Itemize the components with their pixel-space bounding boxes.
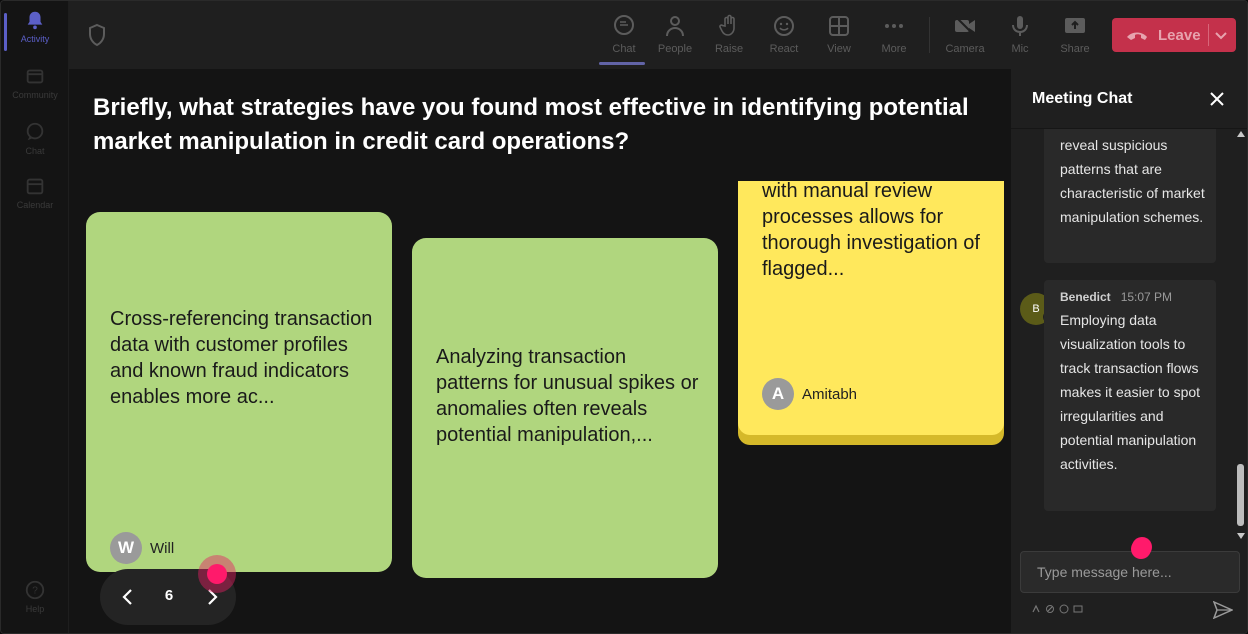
tool-label: Share: [1060, 43, 1090, 55]
toolbar-divider: [929, 17, 930, 53]
bell-icon: [27, 11, 43, 30]
avatar: W: [110, 532, 142, 564]
scroll-up-arrow[interactable]: [1237, 131, 1245, 137]
card-author: A Amitabh: [762, 378, 857, 410]
hang-up-icon: [1127, 32, 1147, 40]
chat-message: reveal suspicious patterns that are char…: [1044, 129, 1216, 263]
avatar: A: [762, 378, 794, 410]
close-icon[interactable]: [1209, 91, 1225, 107]
compose-tools: [1031, 604, 1083, 614]
rail-item-activity[interactable]: Activity: [1, 9, 69, 59]
rail-item-chat[interactable]: Chat: [1, 121, 69, 171]
chat-header: Meeting Chat: [1011, 69, 1247, 129]
send-icon[interactable]: [1213, 601, 1233, 619]
mic-icon: [1012, 16, 1028, 36]
leave-separator: [1208, 24, 1209, 46]
tool-people[interactable]: People: [648, 11, 702, 63]
react-icon: [774, 16, 794, 36]
chat-message: Benedict 15:07 PM Employing data visualiz…: [1044, 280, 1216, 511]
people-icon: [666, 16, 684, 37]
idea-card[interactable]: with manual review processes allows for …: [738, 180, 1004, 435]
camera-off-icon: [955, 16, 975, 36]
tool-label: People: [657, 43, 693, 55]
author-name: Will: [150, 539, 175, 557]
rail-label: Help: [25, 604, 45, 614]
leave-button[interactable]: Leave: [1112, 18, 1236, 52]
rail-label: Community: [12, 90, 58, 100]
message-meta: Benedict 15:07 PM: [1060, 290, 1172, 304]
view-grid-icon: [829, 16, 849, 36]
tool-camera[interactable]: Camera: [938, 11, 992, 63]
card-text: Analyzing transaction patterns for unusu…: [436, 346, 699, 446]
rail-item-calendar[interactable]: Calendar: [1, 175, 69, 225]
message-text: reveal suspicious patterns that are char…: [1060, 137, 1205, 225]
card-author: W Will: [110, 532, 174, 564]
board-question: Briefly, what strategies have you found …: [93, 94, 969, 155]
svg-text:?: ?: [32, 586, 38, 597]
rail-label: Activity: [20, 34, 50, 44]
tool-react[interactable]: React: [757, 11, 811, 63]
tool-mic[interactable]: Mic: [993, 11, 1047, 63]
tool-raise[interactable]: Raise: [702, 11, 756, 63]
tool-share[interactable]: Share: [1048, 11, 1102, 63]
idea-card[interactable]: Cross-referencing transaction data with …: [86, 212, 392, 572]
message-author: Benedict: [1060, 290, 1111, 304]
idea-card[interactable]: Analyzing transaction patterns for unusu…: [412, 238, 718, 578]
author-name: Amitabh: [802, 385, 858, 403]
meeting-toolbar: Chat People Raise React View More Camera: [69, 1, 1247, 69]
chevron-left-icon[interactable]: [116, 585, 140, 609]
calendar-icon: [26, 178, 44, 195]
share-icon: [1065, 18, 1085, 33]
card-text: with manual review processes allows for …: [762, 180, 980, 280]
tool-label: Mic: [1011, 43, 1029, 55]
chat-icon: [26, 122, 44, 141]
board-area: Briefly, what strategies have you found …: [69, 69, 1011, 633]
app-rail: Activity Community Chat Calendar ? Help: [1, 1, 69, 633]
chat-title: Meeting Chat: [1032, 90, 1133, 107]
chat-scrollbar[interactable]: [1235, 131, 1247, 543]
tool-more[interactable]: More: [867, 11, 921, 63]
format-icon[interactable]: [1031, 604, 1041, 614]
pointer-marker-outer: [1122, 530, 1152, 560]
tool-label: Chat: [612, 43, 636, 55]
tool-label: Camera: [945, 43, 985, 55]
chevron-down-icon[interactable]: [1214, 28, 1228, 42]
tool-label: More: [881, 43, 907, 55]
pointer-marker: [198, 555, 236, 593]
message-time: 15:07 PM: [1120, 290, 1173, 304]
chat-icon: [614, 15, 634, 35]
tool-label: React: [769, 43, 799, 55]
gif-icon[interactable]: [1073, 604, 1083, 614]
tool-label: View: [827, 43, 851, 55]
message-text: Employing data visualization tools to tr…: [1060, 312, 1201, 472]
rail-label: Chat: [25, 146, 45, 156]
emoji-icon[interactable]: [1059, 604, 1069, 614]
idea-card-shadow: with manual review processes allows for …: [738, 180, 1004, 445]
scroll-thumb[interactable]: [1237, 464, 1244, 526]
tool-view[interactable]: View: [812, 11, 866, 63]
tool-chat[interactable]: Chat: [597, 11, 651, 65]
meeting-window: Activity Community Chat Calendar ? Help …: [0, 0, 1248, 634]
leave-label: Leave: [1158, 26, 1201, 44]
help-icon: ?: [25, 580, 45, 600]
card-text: Cross-referencing transaction data with …: [110, 308, 373, 408]
community-icon: [26, 69, 44, 84]
page-number: 6: [164, 587, 174, 604]
rail-item-community[interactable]: Community: [1, 65, 69, 115]
raise-hand-icon: [719, 14, 735, 36]
attach-icon[interactable]: [1045, 604, 1055, 614]
rail-item-help[interactable]: ? Help: [1, 579, 69, 629]
rail-label: Calendar: [16, 200, 54, 210]
tool-label: Raise: [714, 43, 744, 55]
scroll-down-arrow[interactable]: [1237, 533, 1245, 539]
more-icon: [885, 24, 903, 28]
shield-icon[interactable]: [87, 23, 107, 47]
